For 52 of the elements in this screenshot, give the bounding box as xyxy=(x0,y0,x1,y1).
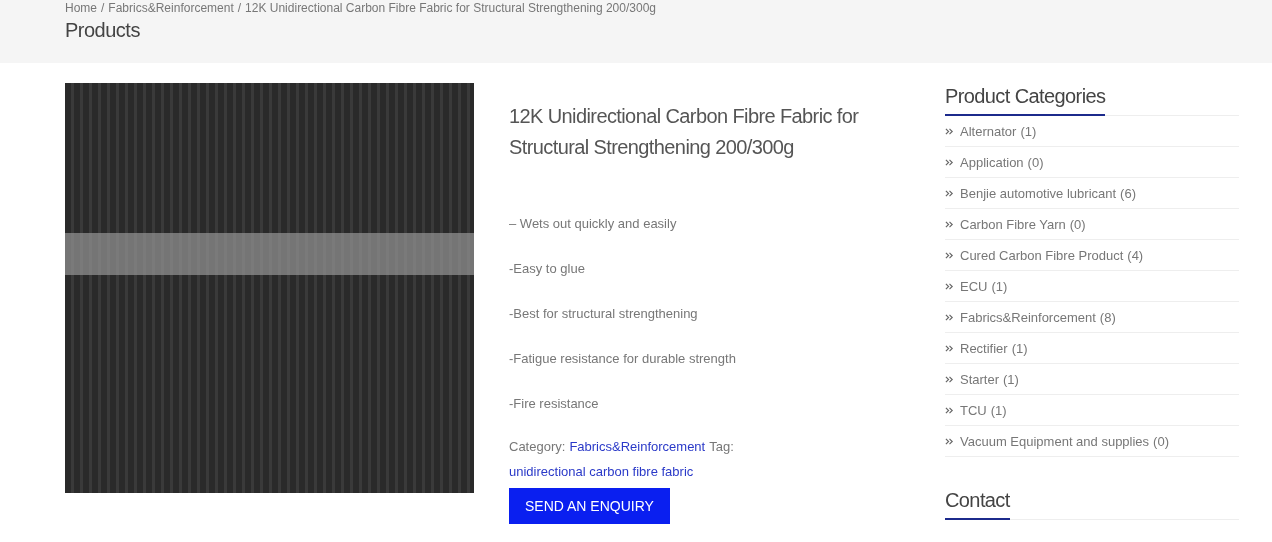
chevron-icon xyxy=(945,219,954,229)
chevron-icon xyxy=(945,405,954,415)
category-link[interactable]: Carbon Fibre Yarn xyxy=(960,216,1066,232)
tag-label: Tag: xyxy=(709,438,734,456)
category-link[interactable]: Alternator xyxy=(960,123,1017,139)
enquiry-button[interactable]: SEND AN ENQUIRY xyxy=(509,488,670,524)
breadcrumb-separator: / xyxy=(237,1,242,15)
category-link[interactable]: Benjie automotive lubricant xyxy=(960,185,1117,201)
category-link[interactable]: ECU xyxy=(960,278,988,294)
category-count: (1) xyxy=(990,402,1007,418)
category-link[interactable]: Cured Carbon Fibre Product xyxy=(960,247,1124,263)
breadcrumb-separator: / xyxy=(101,1,105,15)
category-count: (6) xyxy=(1120,185,1136,201)
widget-title: Contact xyxy=(945,489,1010,520)
chevron-icon xyxy=(945,250,954,260)
category-link[interactable]: Fabrics&Reinforcement xyxy=(960,309,1096,325)
chevron-icon xyxy=(945,436,954,446)
category-link[interactable]: Starter xyxy=(960,371,999,387)
category-count: (0) xyxy=(1069,216,1086,232)
product-title: 12K Unidirectional Carbon Fibre Fabric for Structural Strengthening 200/300g xyxy=(509,104,860,160)
chevron-icon xyxy=(945,343,954,353)
category-count: (1) xyxy=(991,278,1008,294)
chevron-icon xyxy=(945,126,954,136)
category-count: (0) xyxy=(1153,433,1169,449)
breadcrumb-link[interactable]: Home xyxy=(65,1,97,15)
tag-link[interactable]: unidirectional carbon fibre fabric xyxy=(509,459,694,484)
category-label: Category: xyxy=(509,438,566,456)
page-title: Products xyxy=(65,19,141,42)
category-count: (0) xyxy=(1027,154,1044,170)
category-count: (8) xyxy=(1099,309,1116,325)
category-link[interactable]: Application xyxy=(960,154,1024,170)
feature-text: -Fatigue resistance for durable strength xyxy=(509,350,737,368)
category-count: (1) xyxy=(1011,340,1028,356)
chevron-icon xyxy=(945,188,954,198)
chevron-icon xyxy=(945,281,954,291)
category-link[interactable]: Vacuum Equipment and supplies xyxy=(960,433,1150,449)
chevron-icon xyxy=(945,312,954,322)
feature-text: -Fire resistance xyxy=(509,395,600,413)
feature-text: -Easy to glue xyxy=(509,260,586,278)
category-count: (1) xyxy=(1003,371,1019,387)
chevron-icon xyxy=(945,374,954,384)
category-link[interactable]: Fabrics&Reinforcement xyxy=(569,434,706,459)
widget-title: Product Categories xyxy=(945,85,1106,116)
breadcrumb-link[interactable]: Fabrics&Reinforcement xyxy=(108,1,234,15)
category-count: (4) xyxy=(1127,247,1144,263)
category-count: (1) xyxy=(1020,123,1037,139)
category-link[interactable]: TCU xyxy=(960,402,987,418)
chevron-icon xyxy=(945,157,954,167)
feature-text: – Wets out quickly and easily xyxy=(509,215,678,233)
category-link[interactable]: Rectifier xyxy=(960,340,1008,356)
feature-text: -Best for structural strengthening xyxy=(509,305,699,323)
breadcrumb-current: 12K Unidirectional Carbon Fibre Fabric for Structural Strengthening 200/300g xyxy=(245,1,656,15)
